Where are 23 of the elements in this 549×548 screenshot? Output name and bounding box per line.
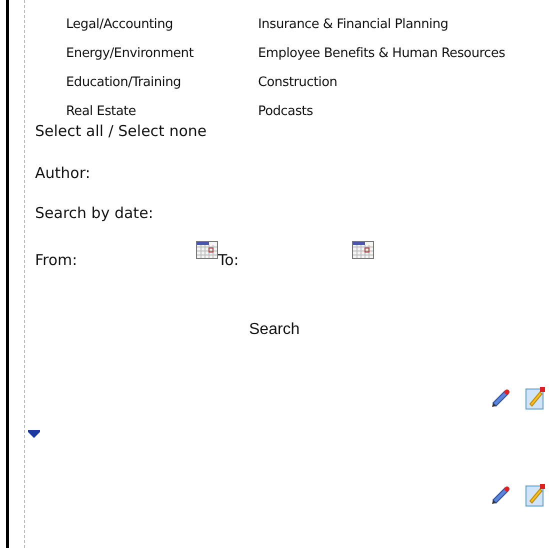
to-calendar-button[interactable] bbox=[352, 241, 374, 259]
expand-arrow-icon[interactable] bbox=[28, 430, 40, 438]
select-links[interactable]: Select all / Select none bbox=[35, 122, 207, 140]
search-button[interactable]: Search bbox=[249, 321, 300, 339]
category-label: Education/Training bbox=[66, 74, 182, 92]
author-label: Author: bbox=[35, 164, 90, 182]
category-label: Energy/Environment bbox=[66, 45, 195, 63]
category-label: Construction bbox=[258, 74, 338, 92]
from-calendar-button[interactable] bbox=[196, 241, 218, 259]
calendar-icon bbox=[352, 241, 374, 259]
edit-document-icon[interactable] bbox=[525, 387, 545, 410]
category-label: Podcasts bbox=[258, 103, 314, 121]
pencil-icon[interactable] bbox=[490, 484, 512, 506]
category-label: Legal/Accounting bbox=[66, 16, 174, 34]
category-label: Insurance & Financial Planning bbox=[258, 16, 450, 34]
calendar-icon bbox=[196, 241, 218, 259]
to-label: To: bbox=[218, 251, 240, 269]
pencil-icon[interactable] bbox=[490, 387, 512, 409]
date-label: Search by date: bbox=[35, 204, 154, 222]
category-label: Employee Benefits & Human Resources bbox=[258, 45, 506, 63]
from-label: From: bbox=[35, 251, 78, 269]
category-label: Real Estate bbox=[66, 103, 138, 121]
edit-document-icon[interactable] bbox=[525, 484, 545, 507]
